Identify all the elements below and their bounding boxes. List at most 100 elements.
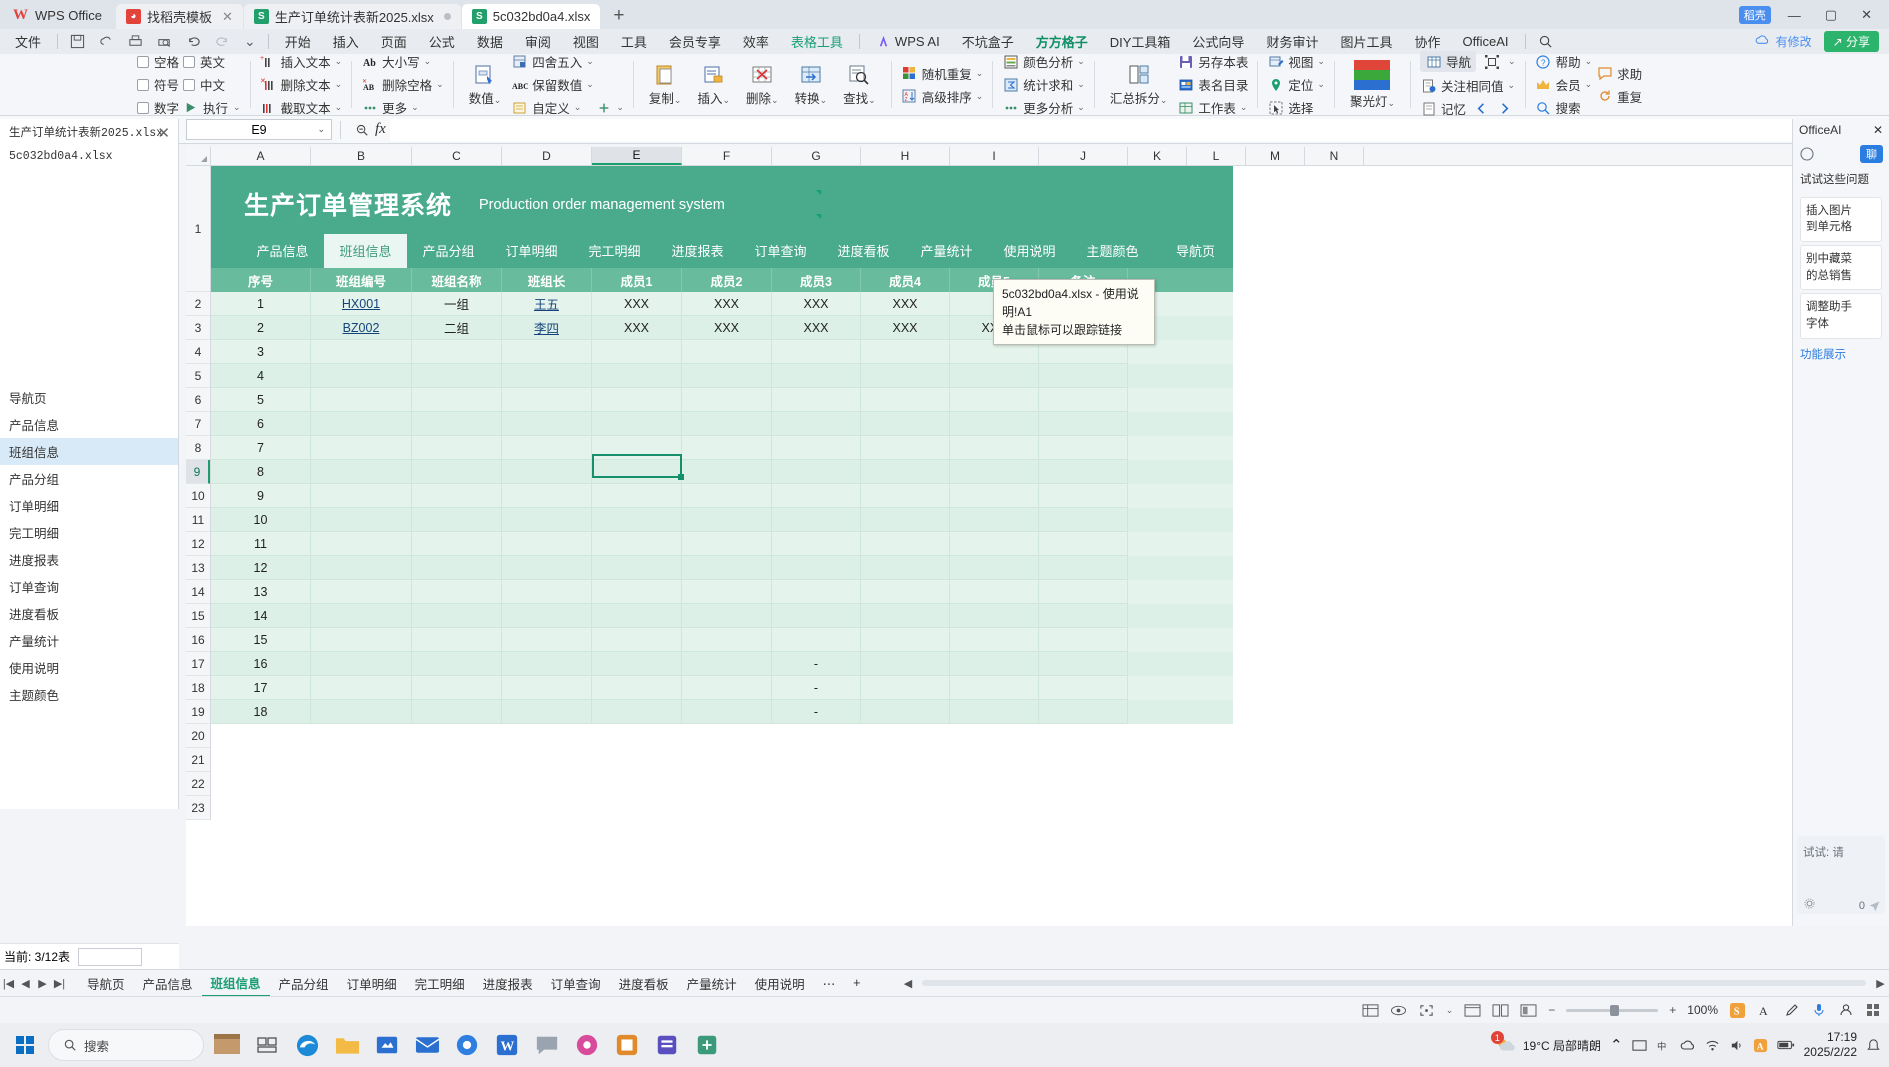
chevron-down-icon[interactable]: ⌄ (1077, 56, 1085, 67)
zoom-out-button[interactable]: − (1548, 1003, 1555, 1017)
close-icon[interactable]: ✕ (222, 9, 233, 25)
menu-item-member[interactable]: 会员专享 (658, 29, 732, 54)
cell-B19[interactable] (311, 700, 412, 724)
cell-F18[interactable] (682, 676, 772, 700)
cell-C4[interactable] (412, 340, 502, 364)
cell-C10[interactable] (412, 484, 502, 508)
battery-icon[interactable] (1777, 1039, 1795, 1051)
formula-input[interactable] (389, 118, 1863, 141)
volume-icon[interactable] (1729, 1038, 1744, 1053)
sheet-list-button[interactable]: 表名目录 (1177, 75, 1248, 94)
cell-F11[interactable] (682, 508, 772, 532)
cell-G3[interactable]: XXX (772, 316, 861, 340)
cell-E7[interactable] (592, 412, 682, 436)
grid-cells[interactable]: 生产订单管理系统 Production order management sys… (211, 166, 1889, 820)
chevron-down-icon[interactable]: ⌄ (335, 56, 343, 67)
cell-G12[interactable] (772, 532, 861, 556)
cell-J12[interactable] (1039, 532, 1128, 556)
read-mode-icon[interactable] (1390, 1003, 1407, 1018)
wps-s-icon[interactable]: S (1729, 1002, 1746, 1019)
sheet-count-input[interactable] (78, 947, 143, 966)
table-row[interactable]: 8 (211, 460, 1233, 484)
vip-button[interactable]: 会员 ⌄ (1535, 75, 1592, 94)
edge-icon[interactable] (290, 1028, 324, 1062)
round-button[interactable]: 四舍五入 ⌄ (511, 52, 624, 71)
cell-E8[interactable] (592, 436, 682, 460)
user-icon[interactable] (1838, 1002, 1854, 1018)
cell-G14[interactable] (772, 580, 861, 604)
custom-view-icon[interactable] (1520, 1003, 1537, 1018)
sheet-nav-tab-finish-detail[interactable]: 完工明细 (573, 234, 656, 268)
cell-C14[interactable] (412, 580, 502, 604)
print-icon[interactable] (121, 34, 150, 49)
chevron-down-icon[interactable]: ⌄ (574, 102, 582, 113)
cell-F12[interactable] (682, 532, 772, 556)
custom-button[interactable]: 自定义 ⌄ ⌄ (511, 98, 624, 117)
resize-icon[interactable] (1484, 54, 1500, 70)
menu-item-wps-ai[interactable]: WPS AI (865, 29, 951, 54)
cell-D18[interactable] (502, 676, 592, 700)
menu-item-formula-wizard[interactable]: 公式向导 (1181, 29, 1255, 54)
chevron-down-icon[interactable]: ⌄ (233, 102, 241, 113)
cell-J7[interactable] (1039, 412, 1128, 436)
zoom-slider[interactable] (1566, 1004, 1659, 1016)
color-analysis-button[interactable]: 颜色分析 ⌄ (1002, 52, 1085, 71)
sheet-tab-progress-report[interactable]: 进度报表 (474, 971, 542, 996)
sheet-tab-product-info[interactable]: 产品信息 (134, 971, 202, 996)
delete-button[interactable]: 删除⌄ (740, 62, 785, 107)
cell-B3[interactable]: BZ002 (311, 316, 412, 340)
cell-C18[interactable] (412, 676, 502, 700)
sheet-nav-tab-theme-color[interactable]: 主题颜色 (1071, 234, 1154, 268)
left-nav-item-1[interactable]: 产品信息 (0, 411, 178, 438)
table-row[interactable]: 15 (211, 628, 1233, 652)
column-header-D[interactable]: D (502, 147, 592, 165)
cell-F15[interactable] (682, 604, 772, 628)
column-header-B[interactable]: B (311, 147, 412, 165)
cell-H5[interactable] (861, 364, 950, 388)
column-header-N[interactable]: N (1305, 147, 1364, 165)
row-header-4[interactable]: 4 (186, 340, 210, 364)
chevron-down-icon[interactable]: ⌄ (771, 95, 779, 105)
sheet-tab-output-stat[interactable]: 产量统计 (678, 971, 746, 996)
fx-label[interactable]: fx (375, 121, 386, 138)
officeai-suggestion-3[interactable]: 调整助手 字体 (1800, 293, 1882, 339)
cell-B7[interactable] (311, 412, 412, 436)
print-preview-icon[interactable] (150, 34, 179, 49)
zoom-in-button[interactable]: + (1669, 1003, 1676, 1017)
menu-item-table-tools[interactable]: 表格工具 (780, 29, 854, 54)
chevron-down-icon[interactable]: ⌄ (1446, 1005, 1454, 1016)
cell-E9[interactable] (592, 460, 682, 484)
left-nav-item-6[interactable]: 进度报表 (0, 546, 178, 573)
cell-I8[interactable] (950, 436, 1039, 460)
document-tab-active[interactable]: S 5c032bd0a4.xlsx (461, 4, 601, 29)
chevron-down-icon[interactable]: ⌄ (1508, 56, 1516, 67)
column-header-L[interactable]: L (1187, 147, 1246, 165)
menu-item-start[interactable]: 开始 (274, 29, 322, 54)
chevron-down-icon[interactable]: ⌄ (722, 95, 730, 105)
cell-B11[interactable] (311, 508, 412, 532)
cell-H14[interactable] (861, 580, 950, 604)
chevron-up-icon[interactable]: ⌃ (1610, 1036, 1623, 1054)
cell-A16[interactable]: 15 (211, 628, 311, 652)
save-icon[interactable] (63, 34, 92, 49)
mic-icon[interactable] (1811, 1002, 1827, 1018)
select-button[interactable]: 选择 (1267, 98, 1325, 117)
cell-G11[interactable] (772, 508, 861, 532)
cell-B8[interactable] (311, 436, 412, 460)
cell-G19[interactable]: - (772, 700, 861, 724)
chevron-down-icon[interactable]: ⌄ (616, 102, 624, 113)
chevron-down-icon[interactable]: ⌄ (1077, 102, 1085, 113)
maximize-button[interactable]: ▢ (1818, 7, 1844, 23)
random-repeat-button[interactable]: 随机重复 ⌄ (901, 64, 983, 83)
left-nav-item-10[interactable]: 使用说明 (0, 654, 178, 681)
cell-B13[interactable] (311, 556, 412, 580)
vip-badge[interactable]: 稻壳 (1738, 6, 1771, 24)
cell-D9[interactable] (502, 460, 592, 484)
cell-A14[interactable]: 13 (211, 580, 311, 604)
chevron-down-icon[interactable]: ⌄ (317, 124, 325, 135)
cell-E13[interactable] (592, 556, 682, 580)
nav-button[interactable]: 导航 (1420, 51, 1477, 72)
sheet-nav-tab-output-stat[interactable]: 产量统计 (905, 234, 988, 268)
checkbox-english[interactable]: 英文 (183, 52, 241, 71)
table-row[interactable]: 4 (211, 364, 1233, 388)
